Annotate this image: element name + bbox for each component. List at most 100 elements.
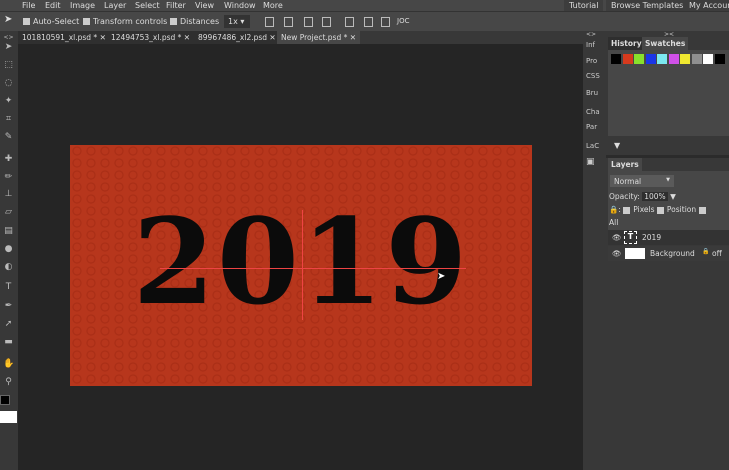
crop-tool-icon[interactable]: ⌗ [3, 114, 14, 125]
swatch-7[interactable] [691, 54, 702, 64]
eraser-icon[interactable]: ▱ [3, 207, 14, 218]
align-vertical-icon[interactable] [322, 17, 331, 27]
swatch-5[interactable] [668, 54, 679, 64]
zoom-select[interactable]: 1x ▾ [224, 15, 250, 28]
close-icon[interactable]: ✕ [100, 33, 106, 42]
opacity-label: Opacity: [609, 192, 640, 201]
info-panel-button[interactable]: Inf [586, 41, 595, 49]
menu-file[interactable]: File [22, 0, 35, 11]
layer-row-background[interactable]: 👁 Background 🔒 off [608, 246, 729, 261]
dodge-tool-icon[interactable]: ◐ [3, 262, 14, 273]
visibility-eye-icon[interactable]: 👁 [612, 233, 622, 242]
distribute-horizontal-button[interactable]: JOC [397, 17, 409, 25]
document-canvas[interactable]: 2019 ➤ [70, 145, 532, 386]
tab-12494753[interactable]: 12494753_xl.psd * ✕ [107, 31, 195, 44]
tab-layers[interactable]: Layers [608, 158, 642, 171]
brush-tool-icon[interactable]: ✏ [3, 172, 14, 183]
healing-brush-icon[interactable]: ✚ [3, 154, 14, 165]
path-select-icon[interactable]: ➚ [3, 319, 14, 330]
css-panel-button[interactable]: CSS [586, 72, 600, 80]
menu-more[interactable]: More [263, 0, 283, 11]
swatch-2[interactable] [634, 54, 644, 64]
hand-tool-icon[interactable]: ✋ [3, 359, 14, 370]
tutorial-button[interactable]: Tutorial [564, 0, 604, 11]
menu-select[interactable]: Select [135, 0, 160, 11]
canvas-text-2019[interactable]: 2019 [70, 197, 532, 327]
close-icon[interactable]: ✕ [184, 33, 190, 42]
marquee-tool-icon[interactable]: ⬚ [3, 60, 14, 71]
blend-mode-select[interactable]: Normal ▼ [610, 175, 674, 187]
layer-row-2019[interactable]: 👁 T 2019 [608, 230, 729, 245]
align-center-icon[interactable] [284, 17, 293, 27]
lock-all-checkbox[interactable] [698, 206, 706, 214]
swatch-8[interactable] [703, 54, 713, 64]
swatch-4[interactable] [657, 54, 667, 64]
tab-swatches[interactable]: Swatches [642, 37, 689, 50]
type-tool-icon[interactable]: T [3, 282, 14, 293]
layer-comps-panel-button[interactable]: LaC [586, 142, 599, 150]
swatch-0[interactable] [611, 54, 621, 64]
tab-history[interactable]: History [608, 37, 645, 50]
lock-position-checkbox[interactable]: Position [656, 205, 696, 214]
distribute-bottom-icon[interactable] [381, 17, 390, 27]
move-tool-icon[interactable]: ➤ [3, 42, 14, 53]
lock-pixels-checkbox[interactable]: Pixels [623, 205, 655, 214]
menu-window[interactable]: Window [224, 0, 256, 11]
swatch-menu-button[interactable]: ▼ [614, 141, 620, 150]
properties-panel-button[interactable]: Pro [586, 57, 597, 65]
brush-panel-button[interactable]: Bru [586, 89, 598, 97]
pen-tool-icon[interactable]: ✒ [3, 301, 14, 312]
gradient-tool-icon[interactable]: ▤ [3, 226, 14, 237]
swatch-3[interactable] [645, 54, 656, 64]
distribute-top-icon[interactable] [345, 17, 354, 27]
collapse-toggle[interactable]: <> [586, 31, 596, 38]
menu-edit[interactable]: Edit [45, 0, 61, 11]
paragraph-panel-button[interactable]: Par [586, 123, 597, 131]
transform-controls-checkbox[interactable]: Transform controls [83, 17, 167, 26]
my-account-button[interactable]: My Account [684, 0, 729, 11]
shape-tool-icon[interactable]: ▬ [3, 337, 14, 348]
swatch-9[interactable] [714, 54, 725, 64]
distances-label: Distances [180, 17, 220, 26]
lock-icon: 🔒 [702, 248, 710, 255]
layer-name: Background [650, 249, 695, 258]
tab-new-project[interactable]: New Project.psd * ✕ [277, 31, 361, 44]
browse-templates-button[interactable]: Browse Templates [606, 0, 689, 11]
tab-89967486[interactable]: 89967486_xl2.psd ✕ [194, 31, 280, 44]
image-panel-icon[interactable]: ▣ [586, 157, 595, 167]
menu-filter[interactable]: Filter [166, 0, 186, 11]
blur-tool-icon[interactable]: ● [3, 244, 14, 255]
lasso-tool-icon[interactable]: ◌ [3, 78, 14, 89]
tab-101810591[interactable]: 101810591_xl.psd * ✕ [18, 31, 110, 44]
vertical-guide[interactable] [302, 210, 303, 320]
layer-thumbnail [625, 248, 645, 259]
opacity-slider-toggle[interactable]: ▼ [670, 192, 676, 201]
move-tool-icon: ➤ [4, 14, 13, 25]
character-panel-button[interactable]: Cha [586, 108, 600, 116]
swatch-1[interactable] [622, 54, 633, 64]
document-tabs: 101810591_xl.psd * ✕ 12494753_xl.psd * ✕… [18, 31, 583, 44]
horizontal-guide[interactable] [160, 268, 466, 269]
clone-stamp-icon[interactable]: ⊥ [3, 189, 14, 200]
distances-checkbox[interactable]: Distances [170, 17, 219, 26]
magic-wand-icon[interactable]: ✦ [3, 96, 14, 107]
distribute-middle-icon[interactable] [364, 17, 373, 27]
lock-icon: 🔒 [609, 205, 619, 214]
menu-layer[interactable]: Layer [104, 0, 126, 11]
foreground-color[interactable] [0, 395, 10, 405]
align-left-icon[interactable] [265, 17, 274, 27]
right-panels: >< History Swatches ▼ Layers Normal ▼ Opa… [606, 31, 729, 470]
menu-view[interactable]: View [195, 0, 214, 11]
eyedropper-icon[interactable]: ✎ [3, 132, 14, 143]
close-icon[interactable]: ✕ [269, 33, 275, 42]
auto-select-checkbox[interactable]: Auto-Select [23, 17, 79, 26]
swatch-6[interactable] [680, 54, 690, 64]
background-color[interactable] [0, 411, 17, 423]
align-right-icon[interactable] [304, 17, 313, 27]
zoom-tool-icon[interactable]: ⚲ [3, 377, 14, 388]
close-icon[interactable]: ✕ [350, 33, 356, 42]
visibility-eye-icon[interactable]: 👁 [612, 249, 622, 258]
auto-select-label: Auto-Select [33, 17, 80, 26]
menu-image[interactable]: Image [70, 0, 95, 11]
opacity-input[interactable]: 100% [642, 192, 668, 201]
